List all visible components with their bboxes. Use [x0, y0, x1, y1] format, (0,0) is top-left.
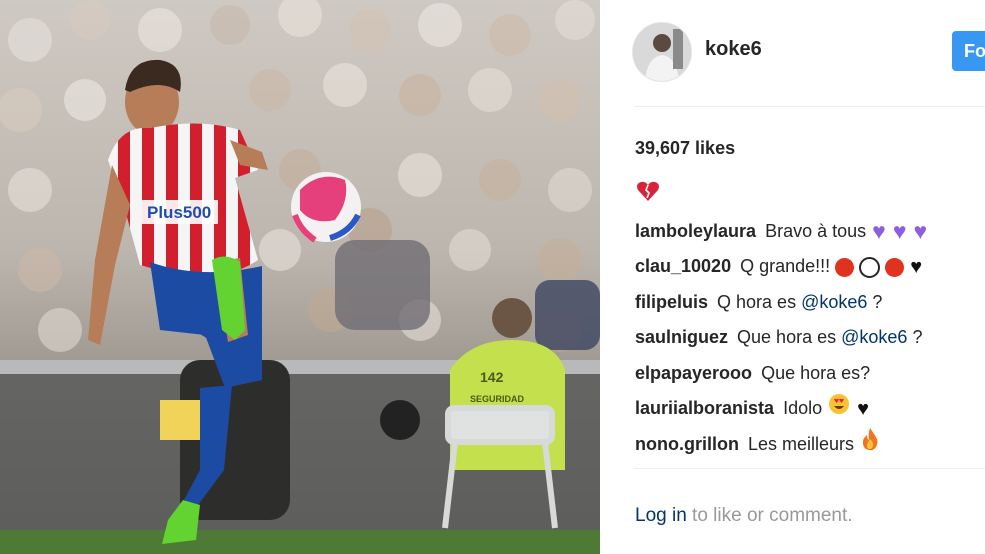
follow-button[interactable]: Fo — [952, 31, 985, 71]
login-prompt-text: to like or comment. — [686, 505, 853, 526]
comment-row — [635, 178, 985, 214]
red-circle-icon — [835, 257, 855, 277]
login-link[interactable]: Log in — [635, 505, 687, 526]
comment-text: Les meilleurs — [748, 433, 855, 454]
comment-text: Que hora es? — [761, 362, 871, 383]
comment-username[interactable]: saulniguez — [635, 327, 728, 347]
comment-row: lauriialboranista Idolo ♥ — [635, 391, 985, 427]
purple-heart-icon: ♥ — [892, 218, 907, 245]
comments-divider — [634, 468, 985, 469]
comment-text: Bravo à tous — [765, 220, 867, 241]
fire-icon — [860, 427, 880, 464]
comment-text: Q grande!!! — [740, 256, 831, 276]
mention-link[interactable]: @koke6 — [841, 327, 907, 347]
comment-username[interactable]: nono.grillon — [635, 434, 739, 454]
comment-text: Que hora es — [737, 327, 837, 347]
comment-row: lamboleylaura Bravo à tous ♥ ♥ ♥ — [635, 214, 985, 250]
comment-row: clau_10020 Q grande!!! ♥ — [635, 249, 985, 285]
vest-number: 142 — [480, 369, 504, 385]
comment-text: Q hora es — [717, 291, 797, 312]
purple-heart-icon: ♥ — [872, 218, 886, 245]
comment-username[interactable]: lauriialboranista — [635, 398, 774, 418]
mention-link[interactable]: @koke6 — [801, 292, 867, 312]
football — [291, 172, 361, 243]
comment-row: filipeluis Q hora es @koke6 ? — [635, 285, 985, 321]
photo-illustration: 142 SEGURIDAD Plus500 — [0, 0, 600, 554]
comment-list: lamboleylaura Bravo à tous ♥ ♥ ♥ clau_10… — [635, 178, 985, 462]
shirt-sponsor: Plus500 — [147, 203, 211, 222]
comment-row: saulniguez Que hora es @koke6 ? — [635, 320, 985, 356]
post-photo[interactable]: 142 SEGURIDAD Plus500 — [0, 0, 600, 554]
comment-text: Idolo — [783, 398, 823, 418]
comment-text-suffix: ? — [872, 291, 883, 312]
white-circle-icon — [859, 256, 881, 278]
vest-label: SEGURIDAD — [470, 394, 525, 404]
username-link[interactable]: koke6 — [705, 38, 762, 61]
comment-username[interactable]: lamboleylaura — [635, 221, 756, 241]
comment-text-suffix: ? — [912, 327, 923, 347]
black-heart-icon: ♥ — [857, 397, 870, 420]
black-heart-icon: ♥ — [910, 255, 923, 278]
comment-row: nono.grillon Les meilleurs — [635, 427, 985, 463]
likes-count[interactable]: 39,607 likes — [635, 138, 735, 159]
purple-heart-icon: ♥ — [913, 218, 928, 245]
comment-username[interactable]: clau_10020 — [635, 256, 731, 276]
heart-eyes-icon — [828, 392, 850, 428]
login-prompt: Log in to like or comment. — [635, 505, 853, 527]
avatar-image — [633, 23, 691, 81]
post-sidebar: koke6 Fo 39,607 likes lamboleylaura Brav… — [601, 0, 985, 554]
red-circle-icon — [885, 257, 905, 277]
comment-username[interactable]: elpapayerooo — [635, 363, 752, 383]
comment-row: elpapayerooo Que hora es? — [635, 356, 985, 392]
header-divider — [634, 106, 985, 107]
avatar[interactable] — [632, 22, 692, 82]
broken-heart-icon — [636, 179, 660, 215]
comment-username[interactable]: filipeluis — [635, 292, 708, 312]
